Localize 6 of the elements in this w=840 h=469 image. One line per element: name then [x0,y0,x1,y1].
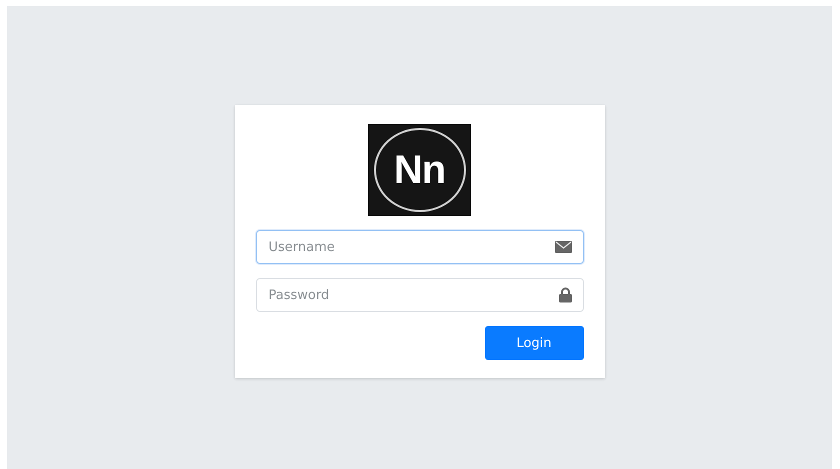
lock-icon [558,288,572,302]
envelope-icon [554,241,572,253]
logo: Nn [368,124,471,216]
input-field[interactable]: Password [256,278,584,312]
input-field[interactable]: Username [256,230,584,264]
login-button[interactable]: Login [484,326,584,360]
